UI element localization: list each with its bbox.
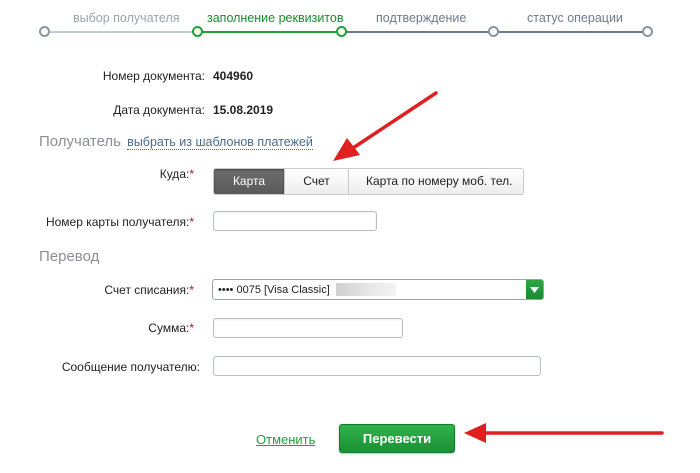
destination-phone-card-option[interactable]: Карта по номеру моб. тел.	[349, 169, 523, 194]
message-input[interactable]	[213, 356, 541, 376]
step-select-recipient: выбор получателя	[73, 11, 180, 25]
recipient-section-title: Получатель	[39, 133, 121, 150]
transfer-submit-button[interactable]: Перевести	[339, 424, 455, 453]
stepper-dot-1	[39, 26, 50, 37]
recipient-section: Получатель выбрать из шаблонов платежей	[39, 133, 313, 150]
card-number-label-text: Номер карты получателя:	[45, 215, 190, 229]
chevron-down-icon[interactable]	[526, 280, 543, 299]
required-mark: *	[189, 167, 194, 181]
amount-label: Сумма:*	[148, 321, 194, 335]
destination-account-option[interactable]: Счет	[285, 169, 349, 194]
required-mark: *	[189, 321, 194, 335]
step-operation-status: статус операции	[527, 11, 623, 25]
step-confirmation: подтверждение	[376, 11, 467, 25]
destination-card-option[interactable]: Карта	[214, 169, 285, 194]
destination-type-selector: Карта Счет Карта по номеру моб. тел.	[213, 168, 524, 195]
stepper-dot-3	[336, 26, 347, 37]
progress-stepper: выбор получателя заполнение реквизитов п…	[0, 0, 700, 44]
document-date-label: Дата документа:	[113, 103, 205, 117]
document-number-label: Номер документа:	[102, 69, 205, 83]
message-label: Сообщение получателю:	[61, 360, 200, 374]
stepper-dot-5	[642, 26, 653, 37]
masked-account-name	[335, 283, 396, 296]
arrow-to-submit-button-icon	[464, 423, 664, 443]
document-number-value: 404960	[213, 69, 254, 83]
stepper-track-done	[44, 31, 197, 33]
stepper-track-active	[197, 31, 341, 33]
required-mark: *	[189, 215, 194, 229]
cancel-link[interactable]: Отменить	[256, 432, 315, 447]
where-label: Куда:*	[160, 167, 194, 181]
account-label-text: Счет списания:	[104, 283, 190, 297]
stepper-dot-2	[192, 26, 203, 37]
arrow-to-card-option-icon	[333, 91, 438, 161]
document-date-value: 15.08.2019	[213, 103, 274, 117]
stepper-dot-4	[488, 26, 499, 37]
debit-account-select[interactable]: •••• 0075 [Visa Classic]	[212, 279, 544, 300]
card-number-input[interactable]	[213, 211, 377, 231]
amount-input[interactable]	[213, 318, 403, 338]
required-mark: *	[189, 283, 194, 297]
amount-label-text: Сумма:	[148, 321, 190, 335]
choose-template-link[interactable]: выбрать из шаблонов платежей	[127, 135, 313, 150]
account-label: Счет списания:*	[104, 283, 194, 297]
where-label-text: Куда:	[159, 167, 190, 181]
card-number-label: Номер карты получателя:*	[46, 215, 194, 229]
step-fill-details: заполнение реквизитов	[207, 11, 344, 25]
transfer-section-title: Перевод	[39, 248, 100, 265]
debit-account-value: •••• 0075 [Visa Classic]	[218, 283, 330, 296]
